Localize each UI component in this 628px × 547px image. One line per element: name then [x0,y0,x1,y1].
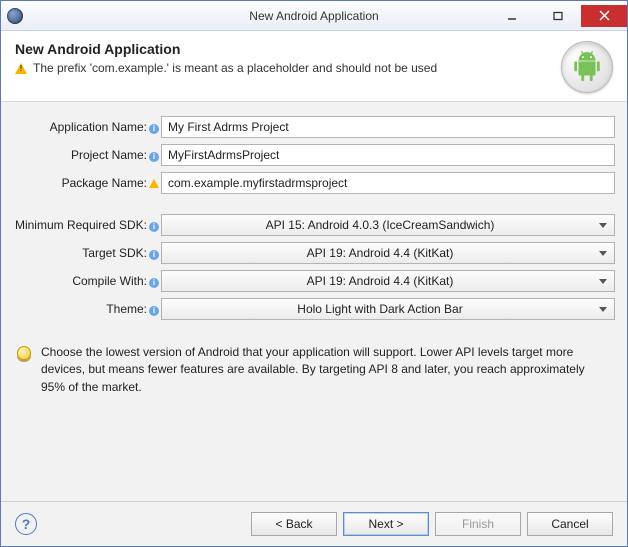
back-button[interactable]: < Back [251,512,337,536]
row-application-name: Application Name:i [13,116,615,138]
row-project-name: Project Name:i [13,144,615,166]
finish-button: Finish [435,512,521,536]
minimize-icon [507,11,517,21]
project-name-input[interactable] [161,144,615,166]
warning-icon [15,63,27,74]
warning-text: The prefix 'com.example.' is meant as a … [33,61,437,75]
maximize-icon [553,11,563,21]
minimize-button[interactable] [489,5,535,27]
row-package-name: Package Name: [13,172,615,194]
tip-text: Choose the lowest version of Android tha… [41,344,607,396]
compile-with-select[interactable]: API 19: Android 4.4 (KitKat) [161,270,615,292]
row-target-sdk: Target SDK:i API 19: Android 4.4 (KitKat… [13,242,615,264]
label-application-name: Application Name:i [13,120,161,134]
window-buttons [489,5,627,27]
app-icon [7,8,23,24]
close-icon [599,10,610,21]
close-button[interactable] [581,5,627,27]
android-icon [570,50,604,84]
target-sdk-select[interactable]: API 19: Android 4.4 (KitKat) [161,242,615,264]
package-name-input[interactable] [161,172,615,194]
info-icon[interactable]: i [149,250,159,260]
tip-panel: Choose the lowest version of Android tha… [13,340,615,396]
theme-select[interactable]: Holo Light with Dark Action Bar [161,298,615,320]
label-min-sdk: Minimum Required SDK:i [13,218,161,232]
row-compile-with: Compile With:i API 19: Android 4.4 (KitK… [13,270,615,292]
info-icon[interactable]: i [149,306,159,316]
header-warning: The prefix 'com.example.' is meant as a … [15,61,561,75]
label-package-name: Package Name: [13,176,161,190]
label-compile-with: Compile With:i [13,274,161,288]
application-name-input[interactable] [161,116,615,138]
min-sdk-select[interactable]: API 15: Android 4.0.3 (IceCreamSandwich) [161,214,615,236]
next-button[interactable]: Next > [343,512,429,536]
page-title: New Android Application [15,41,561,57]
android-logo [561,41,613,93]
wizard-header: New Android Application The prefix 'com.… [1,31,627,102]
cancel-button[interactable]: Cancel [527,512,613,536]
label-target-sdk: Target SDK:i [13,246,161,260]
info-icon[interactable]: i [149,152,159,162]
lightbulb-icon [17,346,31,360]
info-icon[interactable]: i [149,124,159,134]
help-button[interactable]: ? [15,513,37,535]
warning-icon[interactable] [149,179,159,188]
row-min-sdk: Minimum Required SDK:i API 15: Android 4… [13,214,615,236]
info-icon[interactable]: i [149,222,159,232]
maximize-button[interactable] [535,5,581,27]
form-area: Application Name:i Project Name:i Packag… [1,102,627,501]
titlebar[interactable]: New Android Application [1,1,627,31]
info-icon[interactable]: i [149,278,159,288]
label-theme: Theme:i [13,302,161,316]
label-project-name: Project Name:i [13,148,161,162]
footer: ? < Back Next > Finish Cancel [1,501,627,546]
row-theme: Theme:i Holo Light with Dark Action Bar [13,298,615,320]
wizard-window: New Android Application New Android Appl… [0,0,628,547]
